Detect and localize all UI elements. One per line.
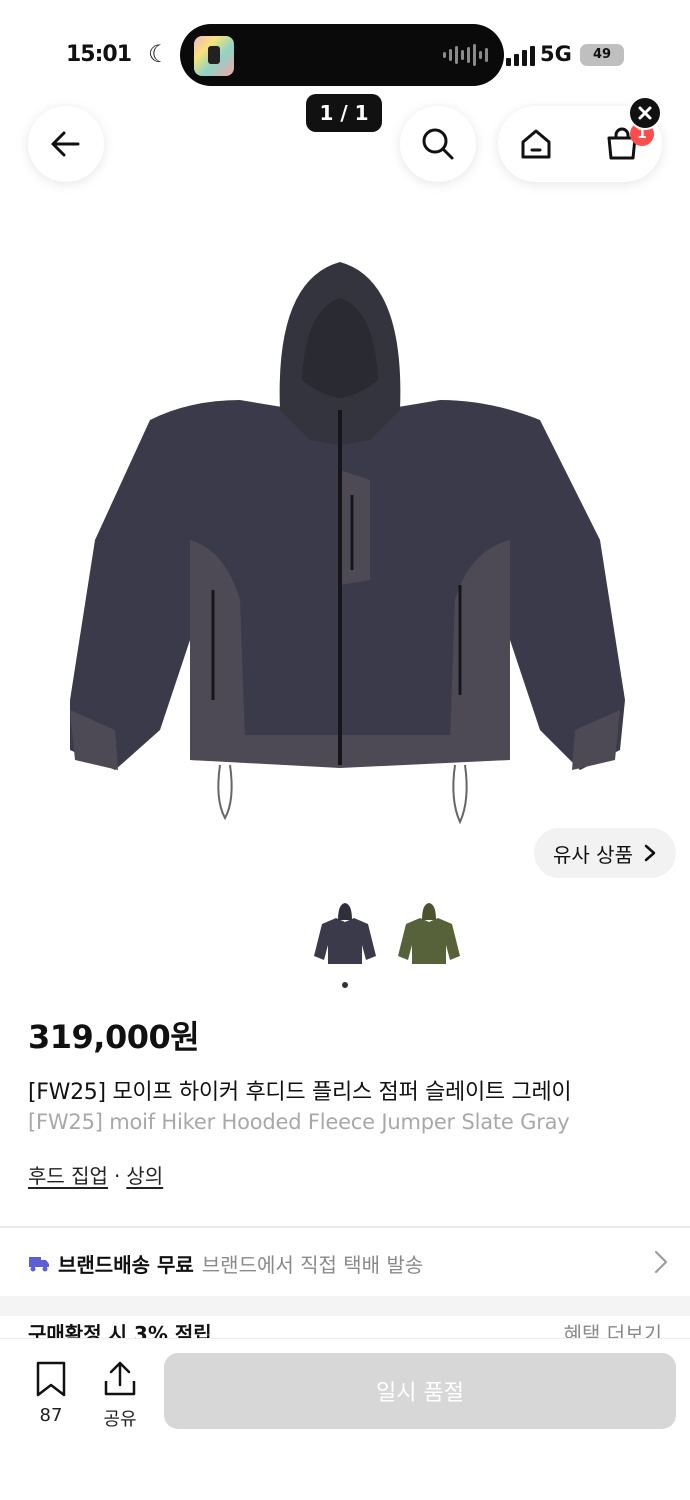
dynamic-island[interactable] <box>180 24 504 86</box>
product-title-en: [FW25] moif Hiker Hooded Fleece Jumper S… <box>28 1110 570 1134</box>
share-button[interactable]: 공유 <box>94 1361 146 1431</box>
color-thumb-olive[interactable] <box>394 900 464 970</box>
now-playing-artwork <box>194 36 234 76</box>
similar-products-label: 유사 상품 <box>553 842 633 867</box>
bookmark-icon <box>36 1361 66 1397</box>
share-icon <box>104 1361 136 1396</box>
category-link-top[interactable]: 상의 <box>126 1164 163 1188</box>
status-time: 15:01 <box>66 42 132 67</box>
truck-icon <box>29 1257 49 1272</box>
benefits-more-link[interactable]: 혜택 더보기 <box>564 1318 662 1340</box>
share-label: 공유 <box>103 1409 137 1430</box>
divider <box>0 1226 690 1228</box>
close-button[interactable] <box>628 96 662 130</box>
category-link-hood-zipup[interactable]: 후드 집업 <box>28 1164 108 1188</box>
moon-icon: ☾ <box>148 40 170 68</box>
chevron-right-icon <box>644 844 656 862</box>
carousel-dot <box>342 982 348 988</box>
bookmark-button[interactable]: 87 <box>26 1361 76 1426</box>
signal-icon <box>506 46 535 66</box>
back-button[interactable] <box>28 106 104 182</box>
home-icon <box>521 129 551 159</box>
color-thumb-slate-gray[interactable] <box>310 900 380 970</box>
close-icon <box>638 106 652 120</box>
home-button[interactable] <box>512 120 560 168</box>
product-price: 319,000원 <box>28 1018 200 1056</box>
shipping-description: 브랜드에서 직접 택배 발송 <box>201 1252 424 1277</box>
search-button[interactable] <box>400 106 476 182</box>
chevron-right-icon <box>655 1251 667 1273</box>
bookmark-count: 87 <box>39 1405 63 1426</box>
network-label: 5G <box>540 42 572 66</box>
product-title-ko: [FW25] 모이프 하이커 후디드 플리스 점퍼 슬레이트 그레이 <box>28 1080 572 1105</box>
shipping-row[interactable]: 브랜드배송 무료 브랜드에서 직접 택배 발송 <box>28 1248 668 1278</box>
section-band <box>0 1296 690 1316</box>
product-image[interactable] <box>40 240 650 840</box>
battery-icon: 49 <box>580 44 624 66</box>
soldout-button[interactable]: 일시 품절 <box>164 1353 676 1429</box>
shipping-label: 브랜드배송 무료 <box>58 1252 194 1277</box>
waveform-icon <box>443 44 488 66</box>
similar-products-button[interactable]: 유사 상품 <box>534 828 676 878</box>
arrow-left-icon <box>51 131 80 157</box>
reward-label: 구매확정 시 3% 적립 <box>28 1322 212 1340</box>
search-icon <box>422 128 454 160</box>
category-separator: · <box>113 1164 121 1188</box>
page-indicator: 1 / 1 <box>306 94 382 132</box>
category-breadcrumb: 후드 집업 · 상의 <box>28 1160 163 1189</box>
bottom-action-bar: 87 공유 일시 품절 <box>0 1338 690 1500</box>
